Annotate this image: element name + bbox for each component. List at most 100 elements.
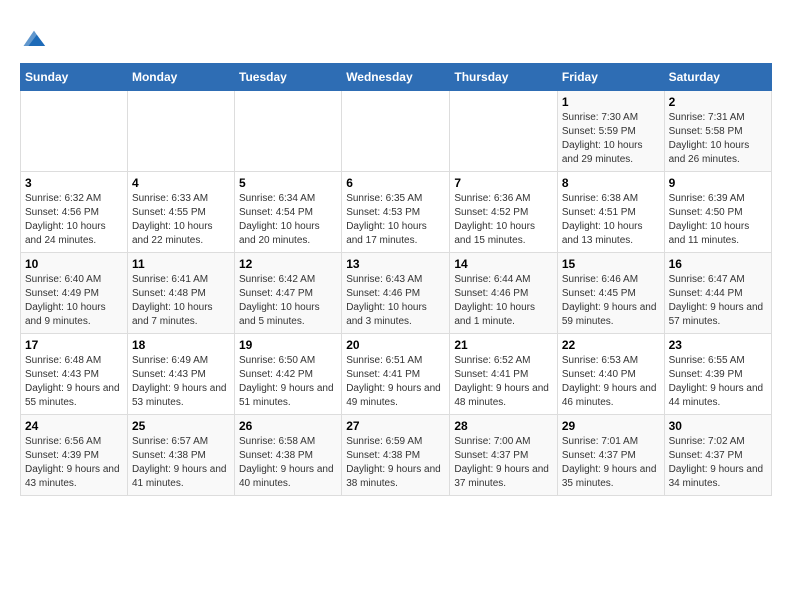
- day-info: Sunrise: 7:02 AM Sunset: 4:37 PM Dayligh…: [669, 435, 767, 491]
- day-number: 14: [454, 257, 553, 271]
- calendar-cell: 22 Sunrise: 6:53 AM Sunset: 4:40 PM Dayli…: [557, 334, 664, 415]
- day-info: Sunrise: 6:44 AM Sunset: 4:46 PM Dayligh…: [454, 273, 553, 329]
- calendar-cell: 16 Sunrise: 6:47 AM Sunset: 4:44 PM Dayli…: [664, 253, 771, 334]
- calendar-cell: 1 Sunrise: 7:30 AM Sunset: 5:59 PM Daylig…: [557, 91, 664, 172]
- day-info: Sunrise: 7:30 AM Sunset: 5:59 PM Dayligh…: [562, 111, 660, 167]
- calendar-cell: 25 Sunrise: 6:57 AM Sunset: 4:38 PM Dayli…: [127, 415, 234, 496]
- calendar-cell: 14 Sunrise: 6:44 AM Sunset: 4:46 PM Dayli…: [450, 253, 558, 334]
- calendar-cell: 3 Sunrise: 6:32 AM Sunset: 4:56 PM Daylig…: [21, 172, 128, 253]
- calendar-cell: 9Sunrise: 6:39 AM Sunset: 4:50 PM Daylig…: [664, 172, 771, 253]
- calendar-cell: 28 Sunrise: 7:00 AM Sunset: 4:37 PM Dayli…: [450, 415, 558, 496]
- calendar-cell: 11Sunrise: 6:41 AM Sunset: 4:48 PM Dayli…: [127, 253, 234, 334]
- day-number: 19: [239, 338, 337, 352]
- day-number: 16: [669, 257, 767, 271]
- calendar-cell: 30 Sunrise: 7:02 AM Sunset: 4:37 PM Dayli…: [664, 415, 771, 496]
- calendar-cell: 4 Sunrise: 6:33 AM Sunset: 4:55 PM Daylig…: [127, 172, 234, 253]
- calendar-cell: 5 Sunrise: 6:34 AM Sunset: 4:54 PM Daylig…: [235, 172, 342, 253]
- column-header-friday: Friday: [557, 64, 664, 91]
- day-number: 9: [669, 176, 767, 190]
- calendar-cell: 10Sunrise: 6:40 AM Sunset: 4:49 PM Dayli…: [21, 253, 128, 334]
- column-header-thursday: Thursday: [450, 64, 558, 91]
- day-info: Sunrise: 6:38 AM Sunset: 4:51 PM Dayligh…: [562, 192, 660, 248]
- day-info: Sunrise: 6:47 AM Sunset: 4:44 PM Dayligh…: [669, 273, 767, 329]
- calendar-cell: 7 Sunrise: 6:36 AM Sunset: 4:52 PM Daylig…: [450, 172, 558, 253]
- column-header-tuesday: Tuesday: [235, 64, 342, 91]
- day-number: 22: [562, 338, 660, 352]
- day-info: Sunrise: 6:35 AM Sunset: 4:53 PM Dayligh…: [346, 192, 445, 248]
- day-number: 24: [25, 419, 123, 433]
- day-info: Sunrise: 6:34 AM Sunset: 4:54 PM Dayligh…: [239, 192, 337, 248]
- day-info: Sunrise: 6:32 AM Sunset: 4:56 PM Dayligh…: [25, 192, 123, 248]
- day-info: Sunrise: 6:53 AM Sunset: 4:40 PM Dayligh…: [562, 354, 660, 410]
- day-info: Sunrise: 7:00 AM Sunset: 4:37 PM Dayligh…: [454, 435, 553, 491]
- day-number: 12: [239, 257, 337, 271]
- day-info: Sunrise: 6:46 AM Sunset: 4:45 PM Dayligh…: [562, 273, 660, 329]
- day-number: 17: [25, 338, 123, 352]
- calendar-cell: 6 Sunrise: 6:35 AM Sunset: 4:53 PM Daylig…: [342, 172, 450, 253]
- day-info: Sunrise: 6:43 AM Sunset: 4:46 PM Dayligh…: [346, 273, 445, 329]
- calendar-cell: 12 Sunrise: 6:42 AM Sunset: 4:47 PM Dayli…: [235, 253, 342, 334]
- day-info: Sunrise: 6:40 AM Sunset: 4:49 PM Dayligh…: [25, 273, 123, 329]
- day-number: 27: [346, 419, 445, 433]
- day-number: 5: [239, 176, 337, 190]
- day-number: 2: [669, 95, 767, 109]
- calendar-cell: 26 Sunrise: 6:58 AM Sunset: 4:38 PM Dayli…: [235, 415, 342, 496]
- day-info: Sunrise: 6:49 AM Sunset: 4:43 PM Dayligh…: [132, 354, 230, 410]
- calendar-header-row: SundayMondayTuesdayWednesdayThursdayFrid…: [21, 64, 772, 91]
- calendar-cell: 21 Sunrise: 6:52 AM Sunset: 4:41 PM Dayli…: [450, 334, 558, 415]
- calendar-cell: 20 Sunrise: 6:51 AM Sunset: 4:41 PM Dayli…: [342, 334, 450, 415]
- day-info: Sunrise: 6:33 AM Sunset: 4:55 PM Dayligh…: [132, 192, 230, 248]
- day-info: Sunrise: 6:59 AM Sunset: 4:38 PM Dayligh…: [346, 435, 445, 491]
- day-info: Sunrise: 6:48 AM Sunset: 4:43 PM Dayligh…: [25, 354, 123, 410]
- calendar-cell: 24 Sunrise: 6:56 AM Sunset: 4:39 PM Dayli…: [21, 415, 128, 496]
- day-number: 20: [346, 338, 445, 352]
- day-number: 21: [454, 338, 553, 352]
- day-number: 28: [454, 419, 553, 433]
- day-number: 30: [669, 419, 767, 433]
- day-info: Sunrise: 6:42 AM Sunset: 4:47 PM Dayligh…: [239, 273, 337, 329]
- calendar-cell: 17 Sunrise: 6:48 AM Sunset: 4:43 PM Dayli…: [21, 334, 128, 415]
- column-header-monday: Monday: [127, 64, 234, 91]
- day-number: 8: [562, 176, 660, 190]
- day-number: 6: [346, 176, 445, 190]
- calendar-cell: [450, 91, 558, 172]
- day-info: Sunrise: 7:31 AM Sunset: 5:58 PM Dayligh…: [669, 111, 767, 167]
- column-header-saturday: Saturday: [664, 64, 771, 91]
- day-number: 25: [132, 419, 230, 433]
- calendar-week-row: 10Sunrise: 6:40 AM Sunset: 4:49 PM Dayli…: [21, 253, 772, 334]
- day-number: 7: [454, 176, 553, 190]
- day-number: 13: [346, 257, 445, 271]
- calendar-table: SundayMondayTuesdayWednesdayThursdayFrid…: [20, 63, 772, 496]
- column-header-wednesday: Wednesday: [342, 64, 450, 91]
- day-info: Sunrise: 6:57 AM Sunset: 4:38 PM Dayligh…: [132, 435, 230, 491]
- day-number: 4: [132, 176, 230, 190]
- calendar-cell: 19 Sunrise: 6:50 AM Sunset: 4:42 PM Dayli…: [235, 334, 342, 415]
- calendar-cell: 2 Sunrise: 7:31 AM Sunset: 5:58 PM Daylig…: [664, 91, 771, 172]
- day-info: Sunrise: 7:01 AM Sunset: 4:37 PM Dayligh…: [562, 435, 660, 491]
- calendar-cell: [21, 91, 128, 172]
- calendar-cell: 15 Sunrise: 6:46 AM Sunset: 4:45 PM Dayli…: [557, 253, 664, 334]
- column-header-sunday: Sunday: [21, 64, 128, 91]
- day-info: Sunrise: 6:58 AM Sunset: 4:38 PM Dayligh…: [239, 435, 337, 491]
- day-number: 26: [239, 419, 337, 433]
- day-info: Sunrise: 6:52 AM Sunset: 4:41 PM Dayligh…: [454, 354, 553, 410]
- logo-icon: [20, 25, 48, 53]
- day-info: Sunrise: 6:36 AM Sunset: 4:52 PM Dayligh…: [454, 192, 553, 248]
- day-number: 23: [669, 338, 767, 352]
- day-info: Sunrise: 6:50 AM Sunset: 4:42 PM Dayligh…: [239, 354, 337, 410]
- calendar-cell: [127, 91, 234, 172]
- calendar-week-row: 17 Sunrise: 6:48 AM Sunset: 4:43 PM Dayli…: [21, 334, 772, 415]
- calendar-cell: 29 Sunrise: 7:01 AM Sunset: 4:37 PM Dayli…: [557, 415, 664, 496]
- calendar-cell: 23Sunrise: 6:55 AM Sunset: 4:39 PM Dayli…: [664, 334, 771, 415]
- day-number: 29: [562, 419, 660, 433]
- day-info: Sunrise: 6:51 AM Sunset: 4:41 PM Dayligh…: [346, 354, 445, 410]
- calendar-cell: 18Sunrise: 6:49 AM Sunset: 4:43 PM Dayli…: [127, 334, 234, 415]
- day-number: 11: [132, 257, 230, 271]
- calendar-cell: [235, 91, 342, 172]
- day-number: 1: [562, 95, 660, 109]
- calendar-cell: 13 Sunrise: 6:43 AM Sunset: 4:46 PM Dayli…: [342, 253, 450, 334]
- day-number: 3: [25, 176, 123, 190]
- day-number: 15: [562, 257, 660, 271]
- day-info: Sunrise: 6:56 AM Sunset: 4:39 PM Dayligh…: [25, 435, 123, 491]
- calendar-cell: 8 Sunrise: 6:38 AM Sunset: 4:51 PM Daylig…: [557, 172, 664, 253]
